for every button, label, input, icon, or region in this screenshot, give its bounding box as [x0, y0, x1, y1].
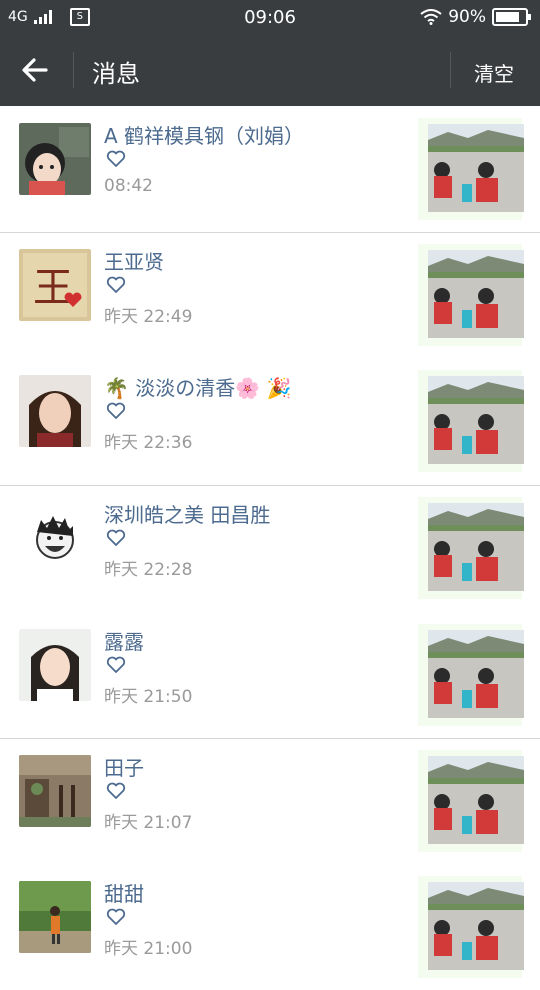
sender-name: 深圳皓之美 田昌胜	[104, 503, 271, 527]
post-thumbnail[interactable]	[418, 876, 524, 978]
battery-percent: 90%	[448, 7, 486, 27]
avatar[interactable]	[19, 629, 91, 701]
avatar[interactable]	[19, 502, 91, 574]
sender-name: 露露	[104, 630, 144, 654]
heart-icon	[106, 782, 126, 799]
page-title: 消息	[92, 60, 140, 88]
message-item[interactable]: 深圳皓之美 田昌胜 昨天 22:28	[0, 485, 540, 611]
heart-icon	[106, 402, 126, 419]
wifi-icon	[420, 9, 442, 25]
post-thumbnail[interactable]	[418, 624, 524, 726]
message-time: 昨天 22:49	[104, 307, 193, 327]
sender-name: 田子	[104, 756, 144, 780]
avatar[interactable]	[19, 881, 91, 953]
sender-name: 王亚贤	[104, 250, 164, 274]
post-thumbnail[interactable]	[418, 244, 524, 346]
heart-icon	[106, 908, 126, 925]
message-item[interactable]: 王 王亚贤 昨天 22:49	[0, 232, 540, 358]
app-bar: 消息 清空	[0, 34, 540, 106]
message-item[interactable]: A 鹤祥模具钢（刘娟） 08:42	[0, 106, 540, 232]
message-time: 昨天 21:07	[104, 813, 193, 833]
message-time: 昨天 22:28	[104, 560, 193, 580]
avatar[interactable]: 王	[19, 249, 91, 321]
header-divider	[73, 52, 74, 88]
sender-name: 甜甜	[104, 882, 144, 906]
avatar[interactable]	[19, 755, 91, 827]
back-button[interactable]	[16, 52, 56, 88]
sender-name: 🌴 淡淡の清香🌸 🎉	[104, 376, 292, 400]
message-time: 昨天 22:36	[104, 433, 193, 453]
message-item[interactable]: 露露 昨天 21:50	[0, 612, 540, 738]
message-time: 昨天 21:50	[104, 687, 193, 707]
sender-name: A 鹤祥模具钢（刘娟）	[104, 124, 305, 148]
heart-icon	[106, 529, 126, 546]
post-thumbnail[interactable]	[418, 370, 524, 472]
heart-icon	[106, 150, 126, 167]
message-item[interactable]: 🌴 淡淡の清香🌸 🎉 昨天 22:36	[0, 358, 540, 484]
heart-icon	[106, 276, 126, 293]
status-bar: 4G S 09:06 90%	[0, 0, 540, 34]
message-item[interactable]: 甜甜 昨天 21:00	[0, 864, 540, 990]
post-thumbnail[interactable]	[418, 118, 524, 220]
avatar[interactable]	[19, 123, 91, 195]
message-time: 08:42	[104, 176, 153, 196]
clear-button[interactable]: 清空	[474, 58, 514, 87]
arrow-left-icon	[22, 58, 48, 82]
battery-icon	[492, 8, 531, 26]
post-thumbnail[interactable]	[418, 497, 524, 599]
message-time: 昨天 21:00	[104, 939, 193, 959]
avatar[interactable]	[19, 375, 91, 447]
message-item[interactable]: 田子 昨天 21:07	[0, 738, 540, 864]
heart-icon	[106, 656, 126, 673]
status-right: 90%	[420, 7, 531, 27]
svg-text:王: 王	[33, 265, 73, 311]
post-thumbnail[interactable]	[418, 750, 524, 852]
header-divider-right	[450, 52, 451, 88]
